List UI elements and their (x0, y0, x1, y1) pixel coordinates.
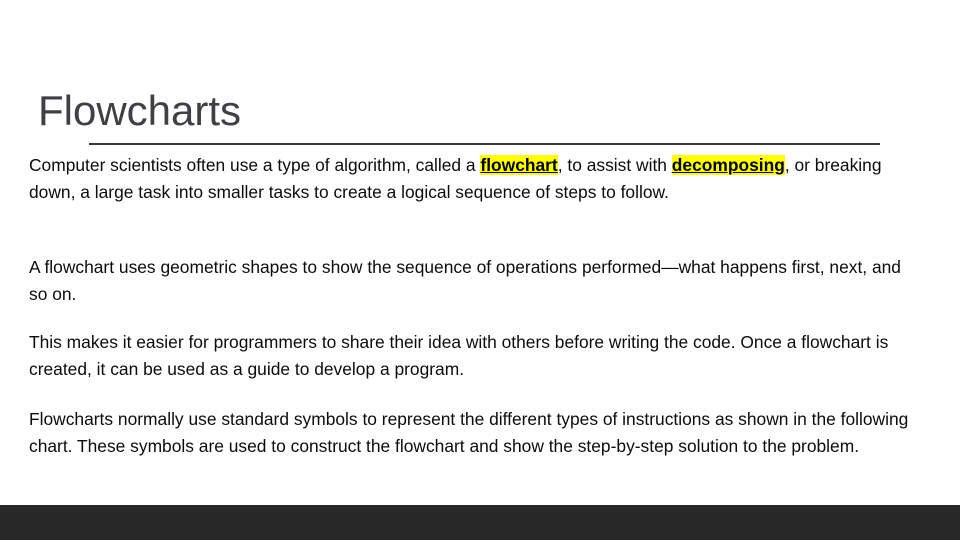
page-title: Flowcharts (38, 87, 242, 134)
body-paragraph-1: Computer scientists often use a type of … (29, 152, 929, 206)
highlighted-term-decomposing: decomposing (671, 155, 785, 175)
slide-footer-bar (0, 505, 960, 540)
presentation-slide: Flowcharts Computer scientists often use… (0, 0, 960, 540)
paragraph-1-segment-2: , to assist with (557, 155, 672, 175)
body-paragraph-3: This makes it easier for programmers to … (29, 332, 889, 379)
slide-title-block: Flowcharts (0, 86, 960, 148)
title-divider-rule (89, 143, 880, 145)
body-paragraph-2: A flowchart uses geometric shapes to sho… (29, 257, 901, 304)
paragraph-1-segment-1: Computer scientists often use a type of … (29, 155, 481, 175)
body-paragraph-4: Flowcharts normally use standard symbols… (29, 409, 909, 456)
highlighted-term-flowchart: flowchart (480, 155, 558, 175)
